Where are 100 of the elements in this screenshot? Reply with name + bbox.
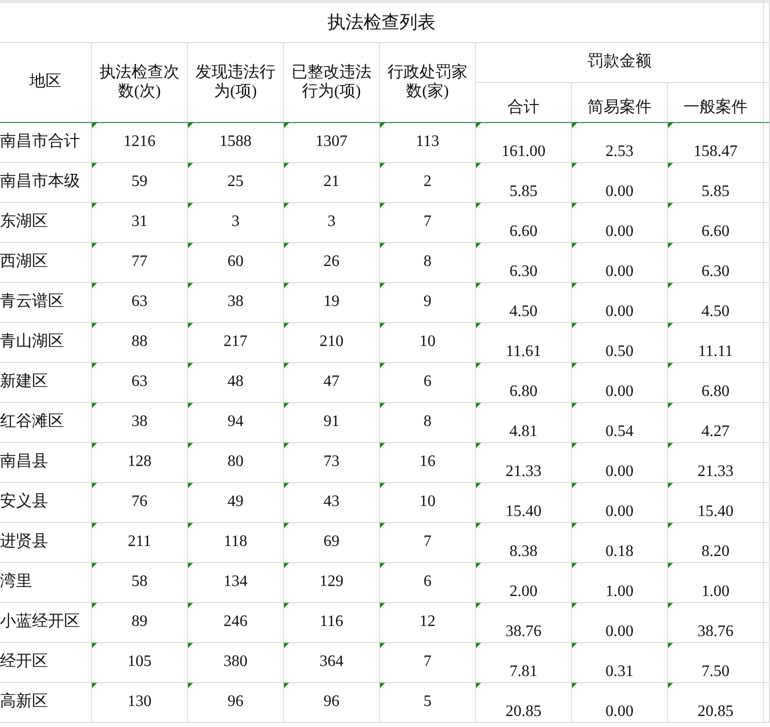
corner-marker-icon — [284, 483, 289, 488]
column-header: 简易案件 — [588, 99, 652, 118]
table-cell: 6.80 — [702, 382, 730, 402]
region-cell: 南昌市合计 — [0, 133, 80, 152]
table-cell: 25 — [228, 173, 244, 192]
table-cell: 20.85 — [698, 702, 734, 722]
table-cell: 0.54 — [606, 422, 634, 442]
corner-marker-icon — [284, 603, 289, 608]
corner-marker-icon — [572, 683, 577, 688]
table-cell: 130 — [128, 693, 152, 712]
corner-marker-icon — [92, 443, 97, 448]
corner-marker-icon — [380, 443, 385, 448]
table-cell: 4.81 — [510, 422, 538, 442]
corner-marker-icon — [572, 323, 577, 328]
corner-marker-icon — [92, 643, 97, 648]
corner-marker-icon — [188, 563, 193, 568]
table-cell: 3 — [328, 213, 336, 232]
table-cell: 7 — [424, 213, 432, 232]
table-cell: 113 — [416, 133, 440, 152]
table-cell: 158.47 — [694, 142, 738, 162]
corner-marker-icon — [476, 603, 481, 608]
corner-marker-icon — [380, 363, 385, 368]
table-cell: 76 — [132, 493, 148, 512]
corner-marker-icon — [572, 563, 577, 568]
corner-marker-icon — [476, 643, 481, 648]
table-cell: 63 — [132, 293, 148, 312]
table-cell: 94 — [228, 413, 244, 432]
corner-marker-icon — [476, 163, 481, 168]
region-cell: 青山湖区 — [0, 333, 64, 352]
corner-marker-icon — [284, 123, 289, 128]
corner-marker-icon — [380, 523, 385, 528]
region-cell: 青云谱区 — [0, 293, 64, 312]
table-cell: 2.00 — [510, 582, 538, 602]
corner-marker-icon — [188, 443, 193, 448]
corner-marker-icon — [668, 363, 673, 368]
corner-marker-icon — [668, 683, 673, 688]
column-header: 地区 — [30, 73, 62, 92]
corner-marker-icon — [284, 243, 289, 248]
region-cell: 南昌市本级 — [0, 173, 80, 192]
table-cell: 6.60 — [510, 222, 538, 242]
table-cell: 58 — [132, 573, 148, 592]
table-cell: 0.00 — [606, 222, 634, 242]
table-cell: 89 — [132, 613, 148, 632]
table-cell: 15.40 — [506, 502, 542, 522]
table-cell: 0.00 — [606, 182, 634, 202]
corner-marker-icon — [284, 563, 289, 568]
table-cell: 5 — [424, 693, 432, 712]
table-cell: 15.40 — [698, 502, 734, 522]
column-header: 执法检查次数(次) — [98, 64, 180, 101]
table-cell: 19 — [324, 293, 340, 312]
table-cell: 4.27 — [702, 422, 730, 442]
corner-marker-icon — [284, 283, 289, 288]
corner-marker-icon — [668, 123, 673, 128]
region-cell: 南昌县 — [0, 453, 48, 472]
table-cell: 96 — [228, 693, 244, 712]
region-cell: 西湖区 — [0, 253, 48, 272]
table-cell: 16 — [420, 453, 436, 472]
table-cell: 134 — [224, 573, 248, 592]
corner-marker-icon — [380, 603, 385, 608]
column-header: 合计 — [508, 99, 540, 118]
table-cell: 1307 — [316, 133, 348, 152]
corner-marker-icon — [188, 523, 193, 528]
table-cell: 8 — [424, 413, 432, 432]
corner-marker-icon — [380, 643, 385, 648]
table-cell: 7.81 — [510, 662, 538, 682]
table-cell: 49 — [228, 493, 244, 512]
table-cell: 77 — [132, 253, 148, 272]
corner-marker-icon — [284, 203, 289, 208]
table-cell: 211 — [128, 533, 152, 552]
table-cell: 20.85 — [506, 702, 542, 722]
table-cell: 1588 — [220, 133, 252, 152]
table-cell: 1.00 — [702, 582, 730, 602]
corner-marker-icon — [380, 483, 385, 488]
corner-marker-icon — [380, 403, 385, 408]
table-cell: 38 — [132, 413, 148, 432]
corner-marker-icon — [188, 643, 193, 648]
table-cell: 5.85 — [702, 182, 730, 202]
table-cell: 7 — [424, 653, 432, 672]
corner-marker-icon — [572, 443, 577, 448]
table-cell: 6 — [424, 573, 432, 592]
corner-marker-icon — [188, 683, 193, 688]
table-cell: 69 — [324, 533, 340, 552]
corner-marker-icon — [284, 643, 289, 648]
table-cell: 217 — [224, 333, 248, 352]
corner-marker-icon — [284, 163, 289, 168]
corner-marker-icon — [476, 203, 481, 208]
table-cell: 7 — [424, 533, 432, 552]
table-cell: 21 — [324, 173, 340, 192]
table-cell: 59 — [132, 173, 148, 192]
table-cell: 8.38 — [510, 542, 538, 562]
corner-marker-icon — [284, 323, 289, 328]
corner-marker-icon — [572, 403, 577, 408]
corner-marker-icon — [572, 283, 577, 288]
table-cell: 9 — [424, 293, 432, 312]
corner-marker-icon — [188, 323, 193, 328]
table-cell: 38.76 — [506, 622, 542, 642]
corner-marker-icon — [572, 483, 577, 488]
corner-marker-icon — [668, 243, 673, 248]
table-cell: 0.00 — [606, 462, 634, 482]
corner-marker-icon — [188, 483, 193, 488]
